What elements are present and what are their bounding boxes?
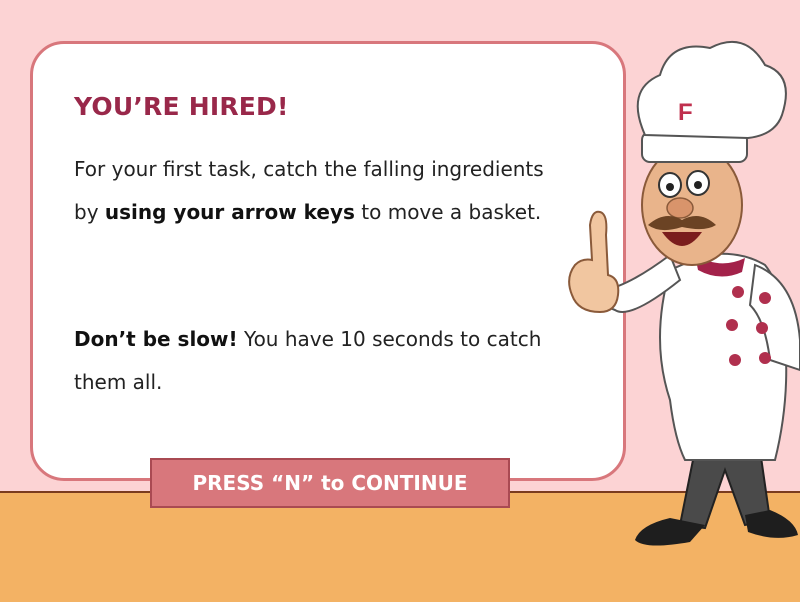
warning-text: Don’t be slow! You have 10 seconds to ca…	[74, 318, 574, 404]
chef-pupil	[666, 183, 674, 191]
instruction-text: For your first task, catch the falling i…	[74, 148, 574, 234]
coat-button	[726, 319, 738, 331]
coat-button	[759, 292, 771, 304]
chef-hand	[568, 210, 620, 314]
arrow-keys-emphasis: using your arrow keys	[104, 200, 355, 224]
chef-hat	[636, 40, 787, 140]
dont-be-slow-emphasis: Don’t be slow!	[74, 327, 238, 351]
chef-pupil	[694, 181, 702, 189]
chef-right-shoe	[745, 510, 798, 538]
coat-button	[729, 354, 741, 366]
coat-button	[732, 286, 744, 298]
chef-hat-letter: F	[678, 99, 693, 126]
instruction-text-end: to move a basket.	[354, 200, 542, 224]
chef-character: F	[568, 40, 800, 546]
coat-button	[756, 322, 768, 334]
continue-button[interactable]: PRESS “N” to CONTINUE	[150, 458, 510, 508]
dialog-title: YOU’RE HIRED!	[74, 92, 289, 121]
coat-button	[759, 352, 771, 364]
chef-nose	[666, 197, 694, 219]
